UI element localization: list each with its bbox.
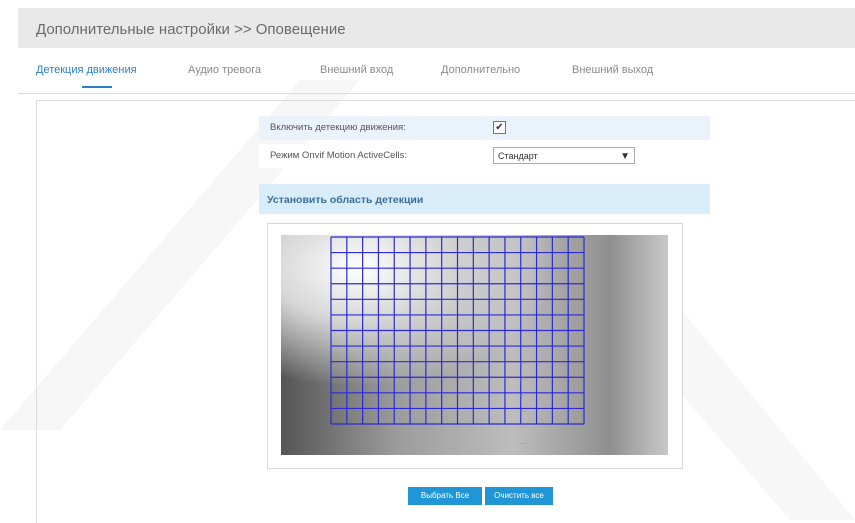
chevron-down-icon: ▼ <box>620 151 630 162</box>
motion-grid[interactable] <box>281 235 668 455</box>
tab-audio-alarm[interactable]: Аудио тревога <box>188 64 261 76</box>
onvif-mode-value: Стандарт <box>498 151 538 161</box>
active-tab-indicator <box>82 86 112 88</box>
enable-motion-checkbox[interactable]: ✔ <box>493 121 506 134</box>
osd-line: ... <box>519 404 527 414</box>
osd-line: ... <box>519 420 527 430</box>
select-all-button[interactable]: Выбрать Все <box>408 487 482 505</box>
tab-external-input[interactable]: Внешний вход <box>320 64 393 76</box>
osd-line: ... <box>519 372 527 382</box>
tab-motion-detection[interactable]: Детекция движения <box>36 64 137 76</box>
onvif-mode-select[interactable]: Стандарт ▼ <box>493 147 635 164</box>
tab-additional[interactable]: Дополнительно <box>441 64 520 76</box>
tab-external-output[interactable]: Внешний выход <box>572 64 653 76</box>
tab-divider <box>18 93 855 94</box>
detection-area-header: Установить область детекции <box>259 184 710 214</box>
osd-line: ... <box>519 436 527 446</box>
osd-line: ... <box>519 388 527 398</box>
clear-all-button[interactable]: Очистить все <box>485 487 553 505</box>
detection-area-title: Установить область детекции <box>267 194 424 206</box>
osd-line: ... <box>519 356 527 366</box>
onvif-mode-row: Режим Onvif Motion ActiveCells: Стандарт… <box>259 144 710 168</box>
page-title: Дополнительные настройки >> Оповещение <box>36 21 346 38</box>
enable-motion-label: Включить детекцию движения: <box>270 122 406 133</box>
page-header: Дополнительные настройки >> Оповещение <box>18 8 855 48</box>
enable-motion-row: Включить детекцию движения: ✔ <box>259 116 710 140</box>
onvif-mode-label: Режим Onvif Motion ActiveCells: <box>270 150 407 161</box>
